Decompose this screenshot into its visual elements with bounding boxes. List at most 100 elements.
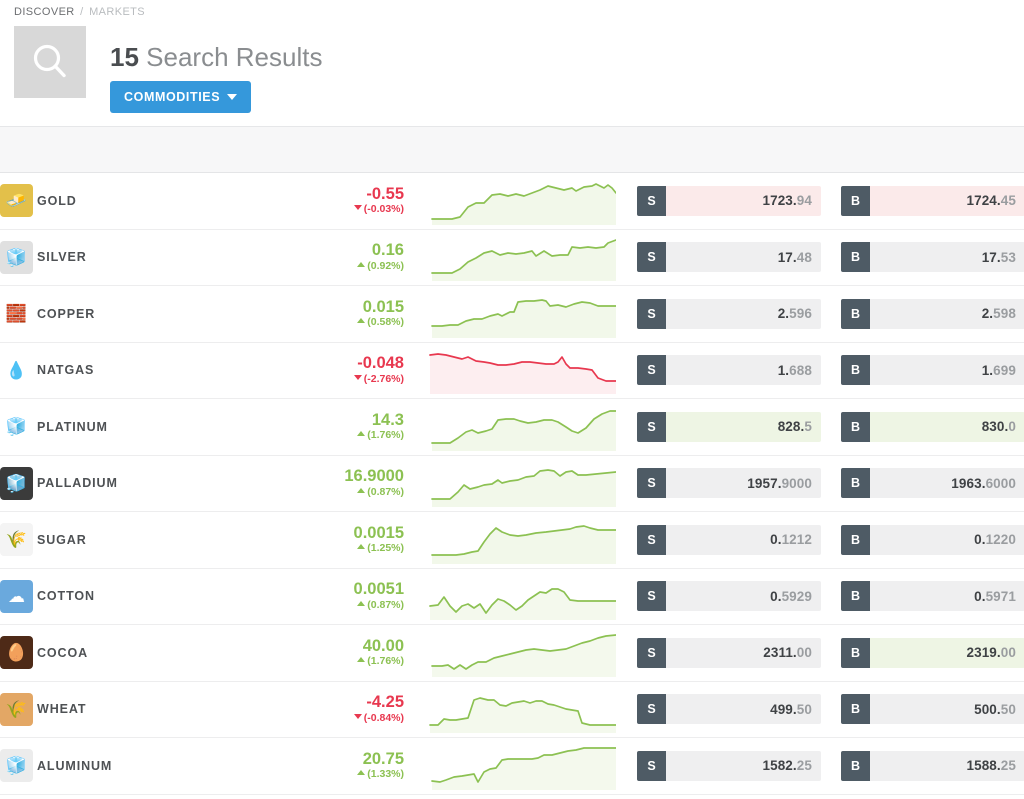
buy-price-tail: 45 <box>1000 193 1016 209</box>
sparkline-chart <box>426 625 616 681</box>
buy-quote-cell[interactable]: B 2. 598 <box>841 298 1024 329</box>
change-percent: (0.87%) <box>367 485 404 498</box>
table-row[interactable]: 🧊 SILVER 0.16 (0.92%) S 17. 48 B 17. 53 <box>0 229 1024 286</box>
buy-badge: B <box>841 637 870 668</box>
sell-price-head: 0. <box>770 588 782 604</box>
instrument-name[interactable]: COTTON <box>36 589 336 603</box>
change-percent: (-0.84%) <box>363 711 404 724</box>
buy-price-tail: 699 <box>993 362 1016 378</box>
buy-price-head: 0. <box>974 588 986 604</box>
change-absolute: 0.16 <box>371 241 404 260</box>
sell-price-head: 499. <box>770 701 797 717</box>
sell-quote-cell[interactable]: S 0. 5929 <box>637 581 821 612</box>
buy-quote-cell[interactable]: B 1. 699 <box>841 355 1024 386</box>
breadcrumb-parent[interactable]: MARKETS <box>89 6 145 18</box>
buy-quote-cell[interactable]: B 830. 0 <box>841 411 1024 442</box>
instrument-name[interactable]: WHEAT <box>36 702 336 716</box>
sparkline-chart <box>426 286 616 342</box>
table-row[interactable]: 🧊 ALUMINUM 20.75 (1.33%) S 1582. 25 B 1588. 25 <box>0 738 1024 795</box>
change-percent-wrap: (1.76%) <box>336 656 404 667</box>
sparkline-chart <box>426 173 616 229</box>
table-row[interactable]: 🧊 PLATINUM 14.3 (1.76%) S 828. 5 B 830. 0 <box>0 399 1024 456</box>
change-percent-wrap: (-0.84%) <box>336 711 404 724</box>
instrument-name[interactable]: GOLD <box>36 194 336 208</box>
buy-quote-cell[interactable]: B 17. 53 <box>841 242 1024 273</box>
instrument-name[interactable]: COPPER <box>36 307 336 321</box>
arrow-down-icon <box>353 205 362 211</box>
sparkline-chart <box>426 342 616 398</box>
sell-badge: S <box>637 298 666 329</box>
sell-quote-cell[interactable]: S 828. 5 <box>637 411 821 442</box>
instrument-name[interactable]: COCOA <box>36 646 336 660</box>
change-percent: (1.33%) <box>367 768 404 781</box>
sell-price: 1582. 25 <box>666 750 821 781</box>
instrument-name[interactable]: PALLADIUM <box>36 476 336 490</box>
sell-price: 1957. 9000 <box>666 468 821 499</box>
instrument-icon-cell: 🌾 <box>0 692 36 726</box>
sell-price-tail: 9000 <box>781 475 812 491</box>
sell-price: 17. 48 <box>666 242 821 273</box>
sell-price-tail: 48 <box>796 249 812 265</box>
sell-quote-cell[interactable]: S 1. 688 <box>637 355 821 386</box>
table-row[interactable]: 🧊 PALLADIUM 16.9000 (0.87%) S 1957. 9000 B 1963.… <box>0 455 1024 512</box>
instrument-icon-cell: ☁ <box>0 579 36 613</box>
buy-badge: B <box>841 411 870 442</box>
buy-quote-cell[interactable]: B 500. 50 <box>841 694 1024 725</box>
change-percent-wrap: (0.87%) <box>336 599 404 611</box>
arrow-up-icon <box>357 431 366 437</box>
change-percent: (0.92%) <box>367 259 404 272</box>
natgas-flame-icon: 💧 <box>5 360 28 380</box>
sell-quote-cell[interactable]: S 17. 48 <box>637 242 821 273</box>
sell-badge: S <box>637 468 666 499</box>
commodities-filter-button[interactable]: COMMODITIES <box>110 81 252 113</box>
sell-quote-cell[interactable]: S 1723. 94 <box>637 185 821 216</box>
buy-price: 1588. 25 <box>870 750 1024 781</box>
table-row[interactable]: 🧈 GOLD -0.55 (-0.03%) S 1723. 94 B 1724. 45 <box>0 173 1024 230</box>
buy-price-tail: 6000 <box>985 475 1016 491</box>
buy-badge: B <box>841 524 870 555</box>
instrument-name[interactable]: ALUMINUM <box>36 759 336 773</box>
buy-quote-cell[interactable]: B 1588. 25 <box>841 750 1024 781</box>
buy-price: 1724. 45 <box>870 185 1024 216</box>
buy-quote-cell[interactable]: B 0. 1220 <box>841 524 1024 555</box>
sell-quote-cell[interactable]: S 1957. 9000 <box>637 468 821 499</box>
buy-quote-cell[interactable]: B 2319. 00 <box>841 637 1024 668</box>
sell-quote-cell[interactable]: S 1582. 25 <box>637 750 821 781</box>
change-absolute: 40.00 <box>362 636 404 655</box>
breadcrumb-current[interactable]: DISCOVER <box>14 6 75 18</box>
arrow-up-icon <box>357 600 366 606</box>
instrument-icon-cell: 🧱 <box>0 297 36 330</box>
buy-quote-cell[interactable]: B 1724. 45 <box>841 185 1024 216</box>
sell-quote-cell[interactable]: S 2. 596 <box>637 298 821 329</box>
sell-quote-cell[interactable]: S 0. 1212 <box>637 524 821 555</box>
instrument-name[interactable]: NATGAS <box>36 363 336 377</box>
sell-price-tail: 1212 <box>781 532 812 548</box>
table-row[interactable]: ☁ COTTON 0.0051 (0.87%) S 0. 5929 B 0. 5971 <box>0 568 1024 625</box>
sell-price: 2. 596 <box>666 298 821 329</box>
sell-price-head: 17. <box>777 249 797 265</box>
sell-price-head: 0. <box>770 532 782 548</box>
table-row[interactable]: 🧱 COPPER 0.015 (0.58%) S 2. 596 B 2. 598 <box>0 286 1024 343</box>
buy-price-head: 1724. <box>966 193 1001 209</box>
buy-price-head: 830. <box>981 419 1009 435</box>
instrument-name[interactable]: PLATINUM <box>36 420 336 434</box>
sell-badge: S <box>637 581 666 612</box>
buy-badge: B <box>841 185 870 216</box>
buy-quote-cell[interactable]: B 0. 5971 <box>841 581 1024 612</box>
arrow-up-icon <box>357 544 366 550</box>
table-row[interactable]: 🥚 COCOA 40.00 (1.76%) S 2311. 00 B 2319. 00 <box>0 625 1024 682</box>
instrument-name[interactable]: SILVER <box>36 250 336 264</box>
change-percent: (-0.03%) <box>363 203 404 216</box>
gold-bar-icon: 🧈 <box>0 184 33 218</box>
change-cell: 40.00 (1.76%) <box>336 636 404 668</box>
table-row[interactable]: 🌾 SUGAR 0.0015 (1.25%) S 0. 1212 B 0. 1220 <box>0 512 1024 569</box>
sell-quote-cell[interactable]: S 499. 50 <box>637 694 821 725</box>
sell-price-head: 828. <box>777 419 805 435</box>
sell-price-head: 1723. <box>762 193 797 209</box>
table-row[interactable]: 💧 NATGAS -0.048 (-2.76%) S 1. 688 B 1. 699 <box>0 342 1024 399</box>
instrument-name[interactable]: SUGAR <box>36 533 336 547</box>
instrument-icon-cell: 🧊 <box>0 240 36 274</box>
buy-quote-cell[interactable]: B 1963. 6000 <box>841 468 1024 499</box>
table-row[interactable]: 🌾 WHEAT -4.25 (-0.84%) S 499. 50 B 500. 50 <box>0 681 1024 738</box>
sell-quote-cell[interactable]: S 2311. 00 <box>637 637 821 668</box>
